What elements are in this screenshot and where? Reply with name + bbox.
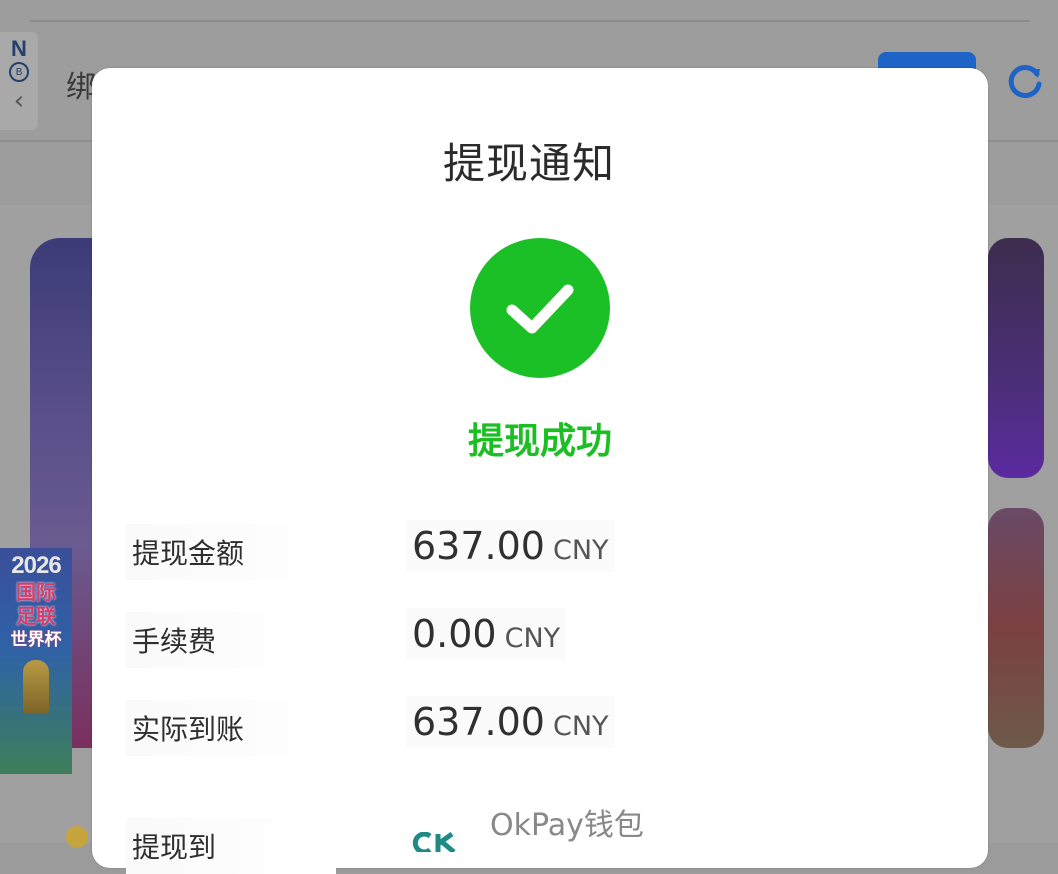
currency-code: CNY [552,711,609,742]
divider [30,20,1030,22]
check-circle-icon [470,238,610,378]
game-card[interactable] [988,508,1044,748]
coin-icon: B [9,62,29,82]
row-value-actual-received: 637.00 CNY [406,696,615,748]
banner-line: 世界杯 [10,630,62,650]
chevron-left-icon[interactable]: ‹ [14,88,24,114]
status-text: 提现成功 [467,421,612,462]
side-tab[interactable]: N B ‹ [0,32,38,130]
banner-line: 足联 [16,604,56,628]
banner-year: 2026 [11,552,61,579]
row-label-withdraw-amount: 提现金额 [126,524,365,580]
side-tab-letter: N [11,36,27,61]
currency-code: CNY [504,623,561,654]
amount-value: 637.00 [412,524,545,568]
wallet-name: OkPay钱包 [490,808,644,843]
currency-code: CNY [552,535,609,566]
world-cup-banner[interactable]: 2026 国际 足联 世界杯 [0,548,72,774]
okpay-logo-icon [412,831,476,855]
trophy-icon [23,660,49,714]
dialog-title: 提现通知 [442,139,615,188]
amount-value: 637.00 [412,700,545,744]
row-value-withdraw-amount: 637.00 CNY [406,520,615,572]
coin-icon [66,826,88,848]
row-value-fee: 0.00 CNY [406,608,567,660]
amount-value: 0.00 [412,612,497,656]
banner-line: 国际 [16,580,56,604]
row-label-fee: 手续费 [126,612,337,668]
row-label-destination: 提现到 [126,818,337,874]
row-label-actual-received: 实际到账 [126,700,365,756]
refresh-icon[interactable] [1004,60,1046,102]
